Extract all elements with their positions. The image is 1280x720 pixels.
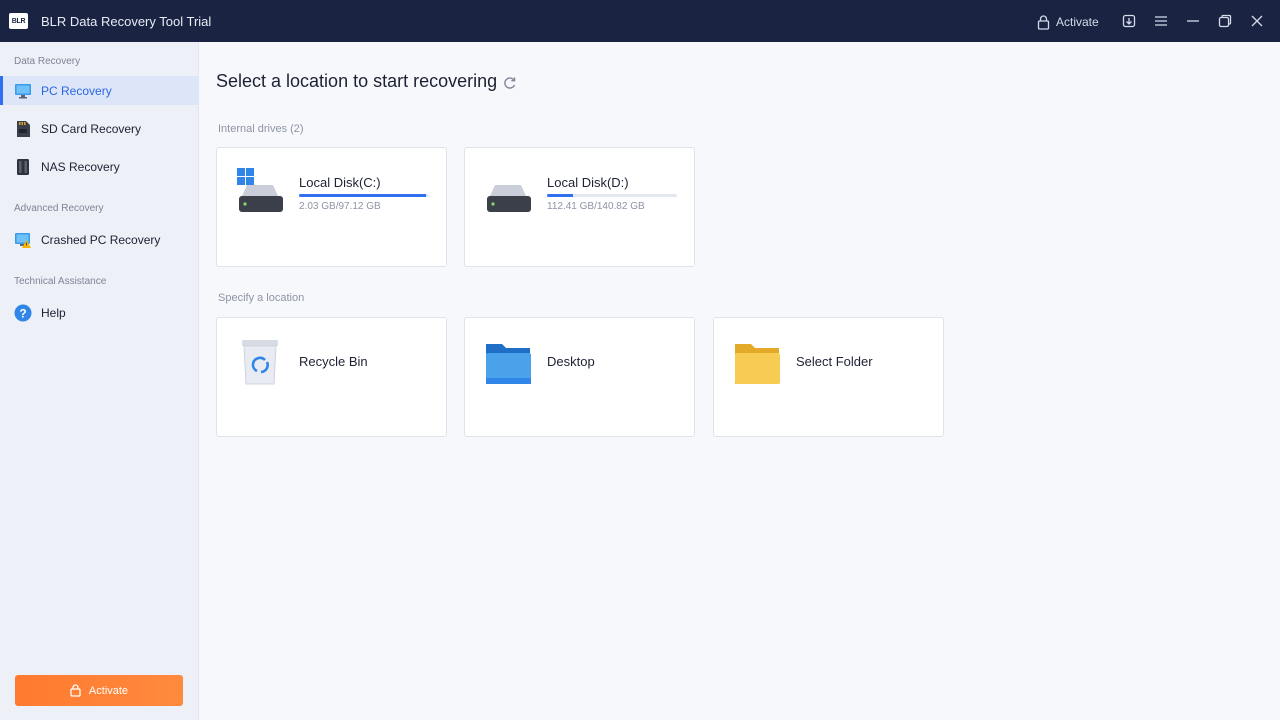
drive-size: 2.03 GB/97.12 GB	[299, 201, 381, 212]
sidebar-item-label: Crashed PC Recovery	[41, 233, 161, 247]
page-title: Select a location to start recovering	[216, 71, 498, 91]
drive-card-c[interactable]: Local Disk(C:) 2.03 GB/97.12 GB	[216, 147, 447, 267]
drive-windows-icon	[237, 168, 283, 212]
drive-name: Local Disk(D:)	[547, 175, 629, 190]
window-title: BLR Data Recovery Tool Trial	[41, 14, 212, 29]
section-label-advanced-recovery: Advanced Recovery	[14, 203, 104, 214]
activate-button[interactable]: Activate	[15, 675, 183, 706]
location-card-select-folder[interactable]: Select Folder	[713, 317, 944, 437]
help-icon: ?	[14, 304, 32, 322]
app-logo: BLR	[9, 13, 28, 29]
drive-usage-fill	[299, 194, 427, 197]
location-name: Desktop	[547, 354, 595, 369]
nas-icon	[17, 159, 29, 175]
titlebar-activate-button[interactable]: Activate	[1037, 12, 1099, 32]
sidebar-item-crashed-pc-recovery[interactable]: Crashed PC Recovery	[0, 225, 199, 254]
sidebar: Data Recovery PC Recovery SD Card Recove…	[0, 42, 199, 720]
sidebar-item-pc-recovery[interactable]: PC Recovery	[0, 76, 199, 105]
minimize-icon[interactable]	[1184, 12, 1202, 30]
menu-icon[interactable]	[1152, 12, 1170, 30]
location-card-desktop[interactable]: Desktop	[464, 317, 695, 437]
restore-icon[interactable]	[1216, 12, 1234, 30]
specify-location-label: Specify a location	[218, 292, 305, 304]
svg-text:?: ?	[19, 307, 26, 321]
drive-card-d[interactable]: Local Disk(D:) 112.41 GB/140.82 GB	[464, 147, 695, 267]
sidebar-item-nas-recovery[interactable]: NAS Recovery	[0, 152, 199, 181]
lock-icon	[70, 684, 81, 697]
sidebar-item-help[interactable]: ? Help	[0, 298, 199, 327]
sidebar-item-label: SD Card Recovery	[41, 122, 142, 136]
location-card-recycle-bin[interactable]: Recycle Bin	[216, 317, 447, 437]
section-label-data-recovery: Data Recovery	[14, 56, 81, 67]
drive-usage-fill	[547, 194, 573, 197]
lock-icon	[1037, 14, 1050, 30]
location-name: Recycle Bin	[299, 354, 368, 369]
sd-card-icon	[17, 121, 30, 137]
sidebar-item-label: PC Recovery	[41, 84, 112, 98]
crashed-pc-icon	[15, 233, 31, 248]
sidebar-item-label: Help	[41, 306, 66, 320]
drive-usage-bar	[299, 194, 429, 197]
refresh-icon[interactable]	[503, 76, 517, 90]
activate-button-label: Activate	[88, 684, 129, 697]
folder-icon	[735, 344, 780, 384]
section-label-technical-assistance: Technical Assistance	[14, 276, 107, 287]
recycle-bin-icon	[242, 340, 278, 385]
drive-icon	[487, 185, 531, 212]
export-icon[interactable]	[1120, 12, 1138, 30]
title-bar: BLR BLR Data Recovery Tool Trial Activat…	[0, 0, 1280, 42]
drive-usage-bar	[547, 194, 677, 197]
monitor-icon	[15, 84, 31, 99]
location-name: Select Folder	[796, 354, 873, 369]
titlebar-activate-label: Activate	[1056, 15, 1099, 29]
desktop-folder-icon	[486, 344, 531, 384]
drive-size: 112.41 GB/140.82 GB	[547, 201, 645, 212]
drive-name: Local Disk(C:)	[299, 175, 381, 190]
close-icon[interactable]	[1248, 12, 1266, 30]
sidebar-item-sd-card-recovery[interactable]: SD Card Recovery	[0, 114, 199, 143]
sidebar-item-label: NAS Recovery	[41, 160, 120, 174]
internal-drives-label: Internal drives (2)	[218, 123, 304, 135]
